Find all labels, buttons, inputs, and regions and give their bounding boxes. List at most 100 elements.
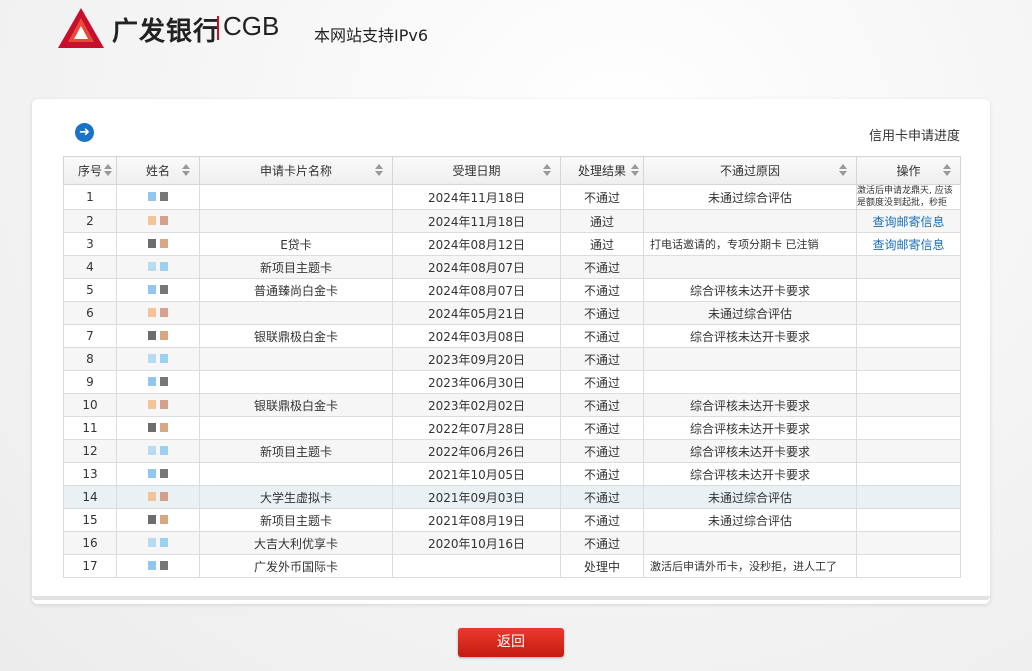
cell-reason: 未通过综合评估	[643, 301, 857, 325]
cell-name-redacted	[116, 393, 200, 417]
column-header-no[interactable]: 序号	[63, 156, 117, 185]
redacted-name	[146, 375, 170, 389]
cell-card-name: 大学生虚拟卡	[199, 485, 393, 509]
sort-icon[interactable]	[104, 164, 112, 176]
table-row: 4 新项目主题卡 2024年08月07日 不通过	[63, 255, 961, 279]
sort-icon[interactable]	[543, 164, 551, 176]
cell-action: 激活后申请龙鼎天, 应该是额度没到起批，秒拒	[856, 184, 961, 210]
query-mailing-link[interactable]: 查询邮寄信息	[872, 238, 944, 252]
cell-reason: 综合评核未达开卡要求	[643, 439, 857, 463]
sort-icon[interactable]	[943, 164, 951, 176]
table-row: 14 大学生虚拟卡 2021年09月03日 不通过 未通过综合评估	[63, 485, 961, 509]
sort-icon[interactable]	[182, 164, 190, 176]
cell-result: 不通过	[560, 439, 644, 463]
forward-arrow-icon[interactable]: ➜	[75, 123, 94, 142]
table-row: 15 新项目主题卡 2021年08月19日 不通过 未通过综合评估	[63, 508, 961, 532]
table-row: 10 银联鼎极白金卡 2023年02月02日 不通过 综合评核未达开卡要求	[63, 393, 961, 417]
cell-reason	[643, 531, 857, 555]
cell-result: 通过	[560, 232, 644, 256]
logo-text-en: CGB	[223, 11, 280, 41]
cell-action	[856, 439, 961, 463]
cell-name-redacted	[116, 462, 200, 486]
cell-action	[856, 278, 961, 302]
cell-card-name	[199, 184, 393, 210]
cell-reason: 综合评核未达开卡要求	[643, 278, 857, 302]
cell-no: 17	[63, 554, 117, 578]
cell-action	[856, 324, 961, 348]
table-header-row: 序号 姓名 申请卡片名称 受理日期 处理结果 不通过原因 操作	[63, 156, 961, 185]
cell-no: 11	[63, 416, 117, 440]
redacted-name	[146, 352, 170, 366]
redacted-name	[146, 260, 170, 274]
cell-result: 通过	[560, 209, 644, 233]
table-row: 17 广发外币国际卡 处理中 激活后申请外币卡，没秒拒，进人工了	[63, 554, 961, 578]
cell-result: 不通过	[560, 531, 644, 555]
cell-name-redacted	[116, 485, 200, 509]
cell-reason: 未通过综合评估	[643, 508, 857, 532]
cell-date: 2024年08月07日	[392, 255, 561, 279]
cell-result: 不通过	[560, 508, 644, 532]
sort-icon[interactable]	[375, 164, 383, 176]
cell-card-name	[199, 370, 393, 394]
cell-result: 不通过	[560, 255, 644, 279]
cell-result: 不通过	[560, 462, 644, 486]
column-header-action[interactable]: 操作	[856, 156, 961, 185]
column-header-name[interactable]: 姓名	[116, 156, 200, 185]
cell-result: 不通过	[560, 324, 644, 348]
back-button[interactable]: 返回	[458, 628, 564, 657]
cell-date: 2024年08月12日	[392, 232, 561, 256]
cell-result: 不通过	[560, 301, 644, 325]
redacted-name	[146, 306, 170, 320]
sort-icon[interactable]	[631, 164, 639, 176]
cell-card-name: 新项目主题卡	[199, 439, 393, 463]
cell-reason: 打电话邀请的，专项分期卡 已注销	[643, 232, 857, 256]
cell-reason: 未通过综合评估	[643, 184, 857, 210]
cell-date: 2022年06月26日	[392, 439, 561, 463]
table-row: 16 大吉大利优享卡 2020年10月16日 不通过	[63, 531, 961, 555]
column-header-result[interactable]: 处理结果	[560, 156, 644, 185]
cell-card-name: 大吉大利优享卡	[199, 531, 393, 555]
cell-name-redacted	[116, 324, 200, 348]
cell-name-redacted	[116, 531, 200, 555]
application-progress-table: 序号 姓名 申请卡片名称 受理日期 处理结果 不通过原因 操作 1 2024年11…	[63, 156, 961, 578]
redacted-name	[146, 490, 170, 504]
table-row: 3 E贷卡 2024年08月12日 通过 打电话邀请的，专项分期卡 已注销 查询邮寄信息	[63, 232, 961, 256]
table-row: 6 2024年05月21日 不通过 未通过综合评估	[63, 301, 961, 325]
table-row: 12 新项目主题卡 2022年06月26日 不通过 综合评核未达开卡要求	[63, 439, 961, 463]
cell-result: 不通过	[560, 370, 644, 394]
cell-card-name	[199, 301, 393, 325]
cell-date: 2023年06月30日	[392, 370, 561, 394]
cell-result: 不通过	[560, 347, 644, 371]
ipv6-notice: 本网站支持IPv6	[314, 26, 429, 45]
cell-reason: 激活后申请外币卡，没秒拒，进人工了	[643, 554, 857, 578]
redacted-name	[146, 214, 170, 228]
cell-card-name	[199, 416, 393, 440]
cell-reason: 未通过综合评估	[643, 485, 857, 509]
cell-reason: 综合评核未达开卡要求	[643, 324, 857, 348]
cell-card-name: 银联鼎极白金卡	[199, 324, 393, 348]
cell-action	[856, 462, 961, 486]
cell-no: 5	[63, 278, 117, 302]
cell-reason	[643, 255, 857, 279]
cell-card-name: 普通臻尚白金卡	[199, 278, 393, 302]
redacted-name	[146, 559, 170, 573]
sort-icon[interactable]	[839, 164, 847, 176]
cell-name-redacted	[116, 301, 200, 325]
cell-reason: 综合评核未达开卡要求	[643, 462, 857, 486]
cell-date: 2024年11月18日	[392, 184, 561, 210]
cell-action	[856, 531, 961, 555]
column-header-reason[interactable]: 不通过原因	[643, 156, 857, 185]
site-header: 广发银行 CGB 本网站支持IPv6	[0, 0, 1032, 60]
card-divider	[32, 596, 990, 600]
column-header-card[interactable]: 申请卡片名称	[199, 156, 393, 185]
table-row: 9 2023年06月30日 不通过	[63, 370, 961, 394]
cell-result: 不通过	[560, 416, 644, 440]
table-row: 8 2023年09月20日 不通过	[63, 347, 961, 371]
cell-date: 2023年09月20日	[392, 347, 561, 371]
cell-no: 8	[63, 347, 117, 371]
cell-card-name	[199, 462, 393, 486]
cell-name-redacted	[116, 209, 200, 233]
page-title: 信用卡申请进度	[868, 129, 960, 144]
column-header-date[interactable]: 受理日期	[392, 156, 561, 185]
query-mailing-link[interactable]: 查询邮寄信息	[872, 215, 944, 229]
